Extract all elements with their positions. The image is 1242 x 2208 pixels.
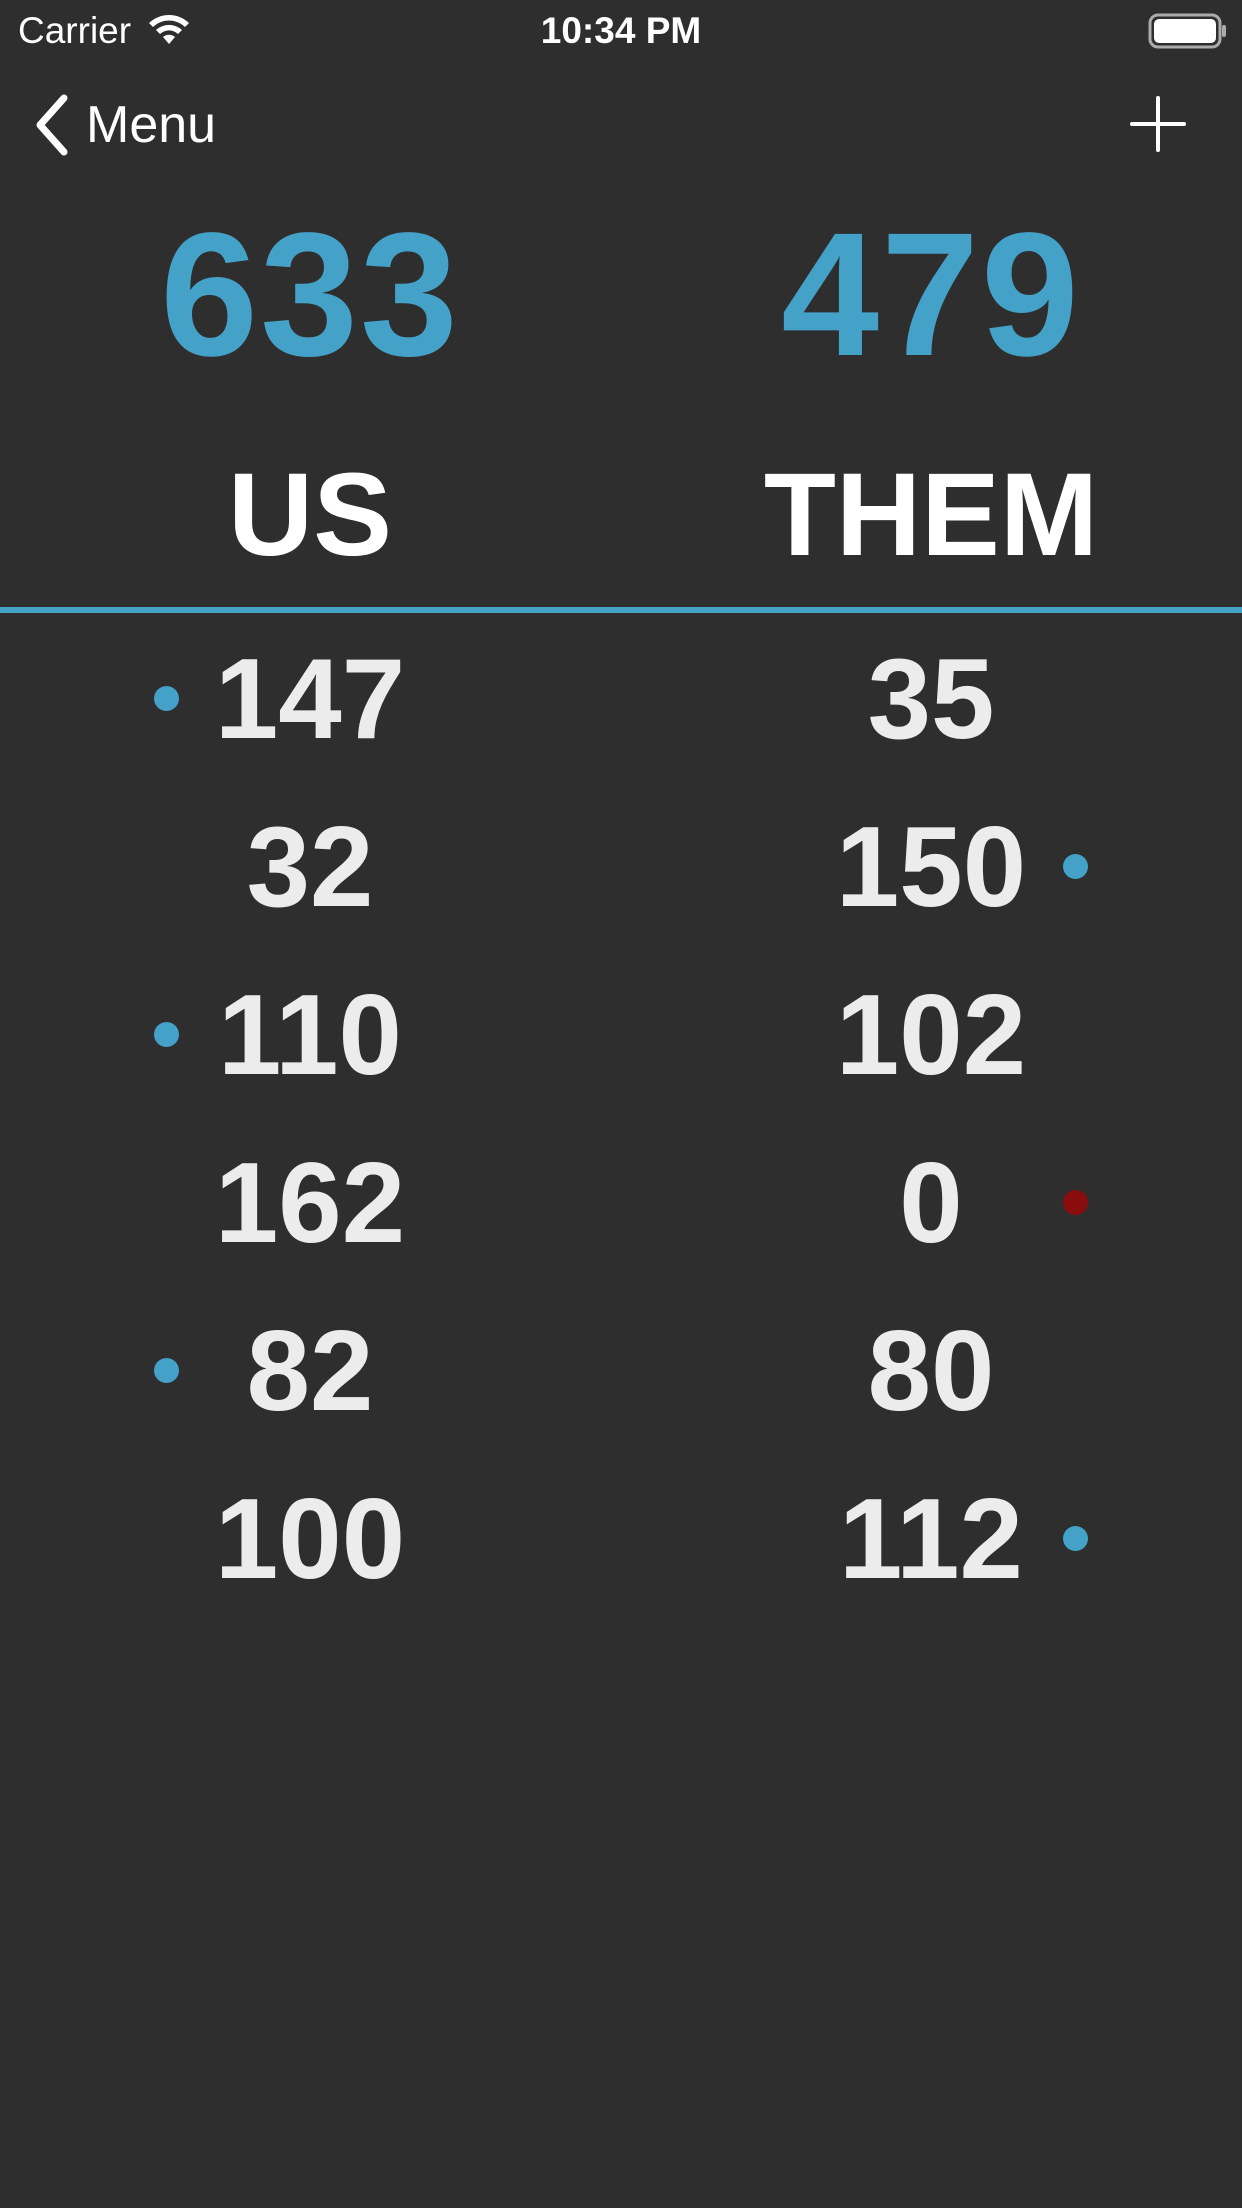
us-round-score: 32	[246, 804, 374, 931]
round-row[interactable]: 32 150	[0, 798, 1242, 966]
them-team-name[interactable]: THEM	[621, 455, 1241, 575]
round-marker-them	[1063, 854, 1088, 879]
rounds-list: 147 35 32 150 110 102 162 0 82 80 100 11…	[0, 630, 1242, 1638]
round-row[interactable]: 110 102	[0, 966, 1242, 1134]
us-round-score: 147	[214, 636, 406, 763]
us-round-score: 162	[214, 1140, 406, 1267]
them-round-score: 150	[835, 804, 1027, 931]
back-label: Menu	[86, 96, 217, 154]
status-bar: Carrier 10:34 PM	[0, 0, 1242, 60]
chevron-left-icon	[36, 94, 68, 156]
round-row[interactable]: 147 35	[0, 630, 1242, 798]
us-round-score: 100	[214, 1476, 406, 1603]
them-total-score: 479	[781, 197, 1081, 393]
us-total-score: 633	[160, 197, 460, 393]
them-round-score: 35	[867, 636, 995, 763]
them-round-score: 0	[899, 1140, 963, 1267]
them-round-score: 102	[835, 972, 1027, 1099]
round-marker-them	[1063, 1190, 1088, 1215]
back-button[interactable]: Menu	[32, 92, 216, 158]
them-round-score: 80	[867, 1308, 995, 1435]
round-marker-them	[1063, 1526, 1088, 1551]
us-round-score: 110	[218, 972, 402, 1099]
battery-icon	[1148, 13, 1226, 49]
plus-icon[interactable]	[1128, 94, 1188, 154]
round-row[interactable]: 82 80	[0, 1302, 1242, 1470]
navigation-bar: Menu	[0, 80, 1242, 170]
status-time: 10:34 PM	[540, 10, 702, 51]
us-round-score: 82	[246, 1308, 374, 1435]
round-row[interactable]: 100 112	[0, 1470, 1242, 1638]
us-team-name[interactable]: US	[0, 455, 620, 575]
them-round-score: 112	[839, 1476, 1023, 1603]
header-divider	[0, 607, 1242, 613]
round-row[interactable]: 162 0	[0, 1134, 1242, 1302]
